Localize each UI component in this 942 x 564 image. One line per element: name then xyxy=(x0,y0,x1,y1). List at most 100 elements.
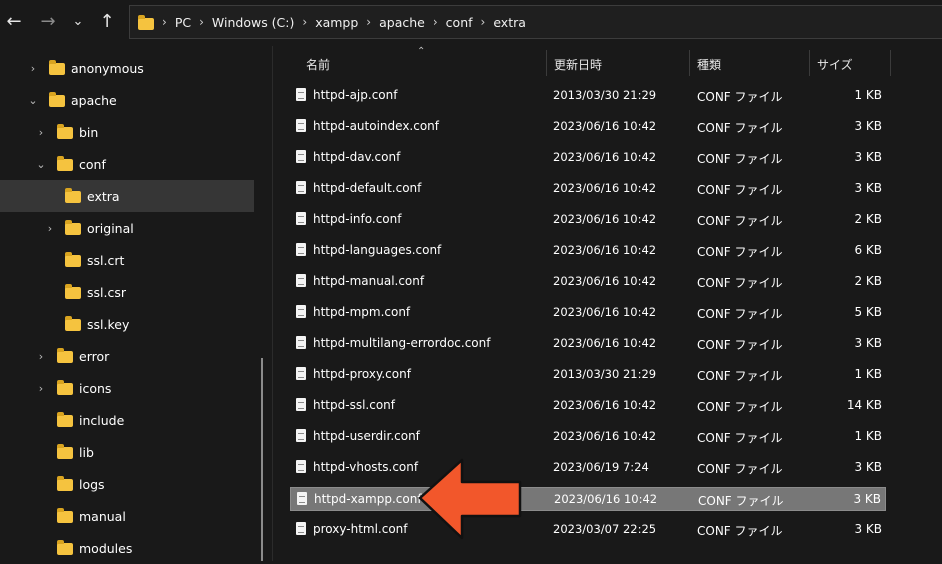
tree-item-apache[interactable]: ⌄ apache xyxy=(0,84,254,116)
breadcrumb-conf[interactable]: conf xyxy=(446,15,473,30)
file-row[interactable]: httpd-info.conf 2023/06/16 10:42 CONF ファイル… xyxy=(290,208,886,232)
tree-item-include[interactable]: include xyxy=(0,404,254,436)
file-date: 2023/06/16 10:42 xyxy=(553,212,657,226)
tree-item-extra[interactable]: extra xyxy=(0,180,254,212)
file-row[interactable]: httpd-default.conf 2023/06/16 10:42 CONF フ… xyxy=(290,177,886,201)
file-row[interactable]: httpd-autoindex.conf 2023/06/16 10:42 CONF… xyxy=(290,115,886,139)
address-bar[interactable]: › PC › Windows (C:) › xampp › apache › c… xyxy=(129,5,942,39)
column-header-type[interactable]: 種類 xyxy=(697,56,721,73)
chevron-right-icon[interactable]: › xyxy=(44,222,56,235)
column-header-size[interactable]: サイズ xyxy=(817,56,853,73)
chevron-down-icon[interactable]: ⌄ xyxy=(35,158,47,171)
tree-item-error[interactable]: › error xyxy=(0,340,254,372)
file-row[interactable]: httpd-proxy.conf 2013/03/30 21:29 CONF ファイ… xyxy=(290,363,886,387)
chevron-right-icon[interactable]: › xyxy=(35,350,47,363)
file-date: 2023/06/16 10:42 xyxy=(553,429,657,443)
file-row[interactable]: proxy-html.conf 2023/03/07 22:25 CONF ファイル… xyxy=(290,518,886,542)
column-divider[interactable] xyxy=(809,50,810,76)
tree-item-label: ssl.key xyxy=(87,316,130,332)
chevron-right-icon[interactable]: › xyxy=(35,382,47,395)
column-header-date[interactable]: 更新日時 xyxy=(554,56,602,73)
forward-button[interactable]: → xyxy=(36,9,60,35)
file-row[interactable]: httpd-xampp.conf 2023/06/16 10:42 CONF ファイ… xyxy=(290,487,886,511)
back-button[interactable]: ← xyxy=(2,9,26,35)
up-button[interactable]: ↑ xyxy=(95,9,119,35)
tree-item-manual[interactable]: manual xyxy=(0,500,254,532)
file-row[interactable]: httpd-dav.conf 2023/06/16 10:42 CONF ファイル 3… xyxy=(290,146,886,170)
chevron-right-icon: › xyxy=(302,15,308,29)
file-size: 5 KB xyxy=(854,305,882,319)
tree-item-ssl-key[interactable]: ssl.key xyxy=(0,308,254,340)
file-icon xyxy=(296,119,306,132)
file-type: CONF ファイル xyxy=(697,183,783,197)
file-type: CONF ファイル xyxy=(697,214,783,228)
tree-item-bin[interactable]: › bin xyxy=(0,116,254,148)
tree-item-label: manual xyxy=(79,508,126,524)
file-date: 2023/06/19 7:24 xyxy=(553,460,649,474)
file-name: httpd-mpm.conf xyxy=(313,305,411,319)
file-name: httpd-multilang-errordoc.conf xyxy=(313,336,491,350)
file-row[interactable]: httpd-manual.conf 2023/06/16 10:42 CONF ファ… xyxy=(290,270,886,294)
folder-icon xyxy=(57,508,73,523)
tree-item-label: conf xyxy=(79,156,106,172)
file-date: 2023/06/16 10:42 xyxy=(554,492,658,506)
tree-item-lib[interactable]: lib xyxy=(0,436,254,468)
file-row[interactable]: httpd-ssl.conf 2023/06/16 10:42 CONF ファイル 1… xyxy=(290,394,886,418)
tree-item-original[interactable]: › original xyxy=(0,212,254,244)
file-icon xyxy=(296,367,306,380)
chevron-right-icon[interactable]: › xyxy=(27,62,39,75)
breadcrumb-pc[interactable]: PC xyxy=(175,15,191,30)
file-date: 2023/03/07 22:25 xyxy=(553,522,657,536)
arrow-left-icon: ← xyxy=(6,11,22,32)
tree-item-label: lib xyxy=(79,444,94,460)
file-type: CONF ファイル xyxy=(697,307,783,321)
tree-item-conf[interactable]: ⌄ conf xyxy=(0,148,254,180)
chevron-right-icon: › xyxy=(162,15,167,29)
pane-divider[interactable] xyxy=(272,46,273,561)
file-row[interactable]: httpd-vhosts.conf 2023/06/19 7:24 CONF ファイ… xyxy=(290,456,886,480)
breadcrumb-xampp[interactable]: xampp xyxy=(315,15,358,30)
file-size: 3 KB xyxy=(854,181,882,195)
file-size: 2 KB xyxy=(854,274,882,288)
tree-scrollbar[interactable] xyxy=(261,358,263,561)
file-icon xyxy=(296,88,306,101)
tree-item-ssl-csr[interactable]: ssl.csr xyxy=(0,276,254,308)
folder-icon xyxy=(57,348,73,363)
tree-item-label: extra xyxy=(87,188,120,204)
tree-item-label: anonymous xyxy=(71,60,144,76)
file-type: CONF ファイル xyxy=(698,494,784,508)
file-name: httpd-languages.conf xyxy=(313,243,442,257)
file-row[interactable]: httpd-multilang-errordoc.conf 2023/06/16 … xyxy=(290,332,886,356)
tree-item-ssl-crt[interactable]: ssl.crt xyxy=(0,244,254,276)
breadcrumb-extra[interactable]: extra xyxy=(493,15,526,30)
column-divider[interactable] xyxy=(689,50,690,76)
file-row[interactable]: httpd-languages.conf 2023/06/16 10:42 CONF… xyxy=(290,239,886,263)
folder-icon xyxy=(65,252,81,267)
tree-item-logs[interactable]: logs xyxy=(0,468,254,500)
file-row[interactable]: httpd-ajp.conf 2013/03/30 21:29 CONF ファイル 1… xyxy=(290,84,886,108)
file-row[interactable]: httpd-userdir.conf 2023/06/16 10:42 CONF フ… xyxy=(290,425,886,449)
tree-item-anonymous[interactable]: › anonymous xyxy=(0,52,254,84)
chevron-right-icon[interactable]: › xyxy=(35,126,47,139)
file-icon xyxy=(296,336,306,349)
column-divider[interactable] xyxy=(890,50,891,76)
folder-icon xyxy=(57,412,73,427)
file-name: httpd-userdir.conf xyxy=(313,429,420,443)
file-name: httpd-ssl.conf xyxy=(313,398,396,412)
recent-locations-button[interactable]: ⌄ xyxy=(66,9,90,35)
tree-item-label: include xyxy=(79,412,125,428)
tree-item-icons[interactable]: › icons xyxy=(0,372,254,404)
file-type: CONF ファイル xyxy=(697,400,783,414)
chevron-down-icon[interactable]: ⌄ xyxy=(27,94,39,107)
breadcrumb-windows-c[interactable]: Windows (C:) xyxy=(212,15,294,30)
file-type: CONF ファイル xyxy=(697,90,783,104)
column-header-name[interactable]: 名前 xyxy=(306,56,330,73)
column-divider[interactable] xyxy=(546,50,547,76)
tree-item-modules[interactable]: modules xyxy=(0,532,254,564)
pointer-arrow-icon xyxy=(418,458,522,540)
breadcrumb-apache[interactable]: apache xyxy=(379,15,425,30)
file-row[interactable]: httpd-mpm.conf 2023/06/16 10:42 CONF ファイル 5… xyxy=(290,301,886,325)
folder-icon xyxy=(65,188,81,203)
file-icon xyxy=(296,398,306,411)
file-icon xyxy=(296,212,306,225)
